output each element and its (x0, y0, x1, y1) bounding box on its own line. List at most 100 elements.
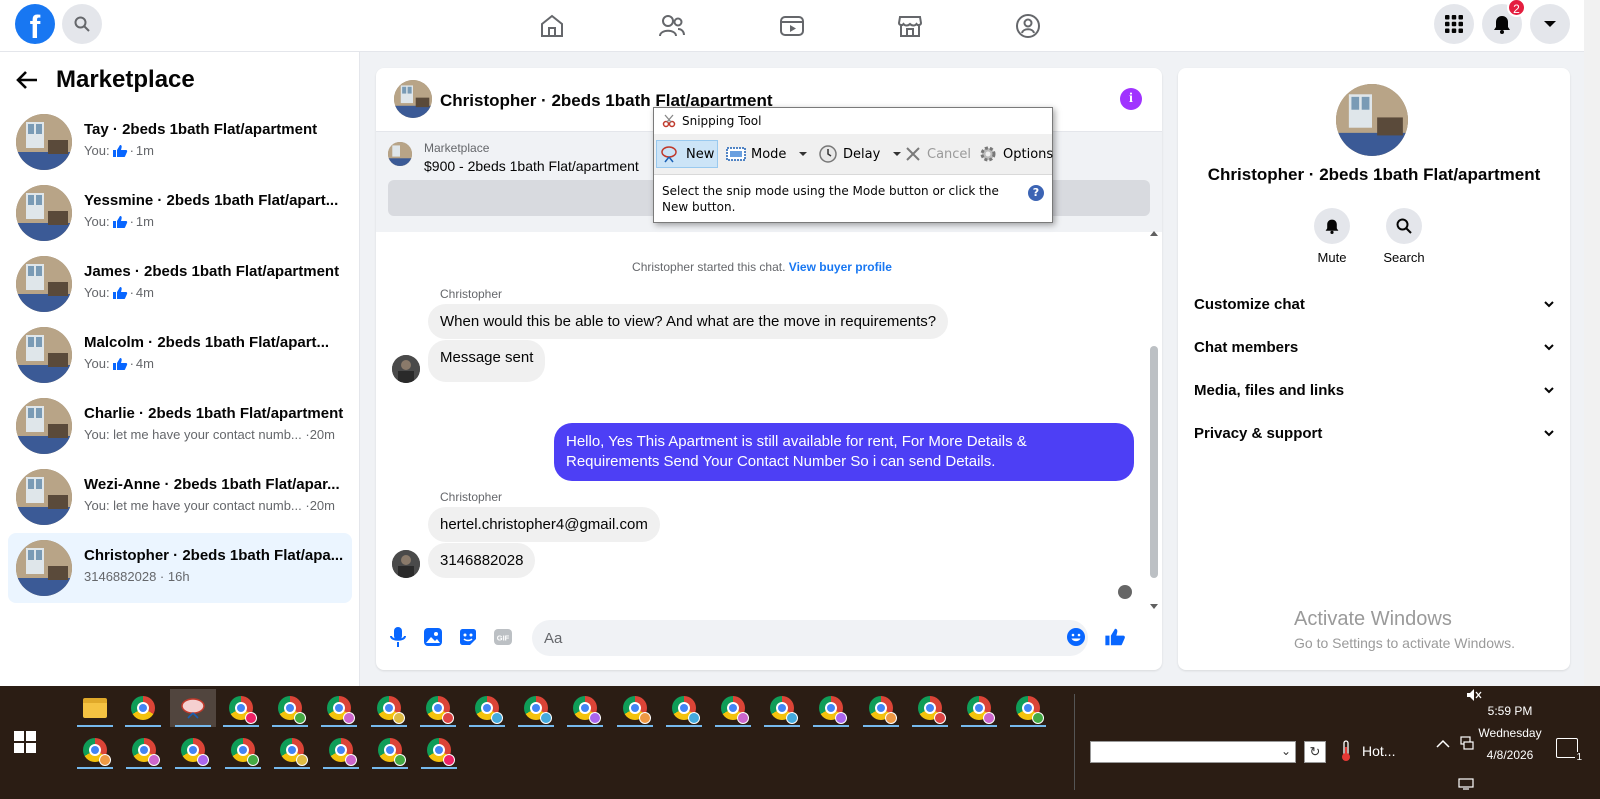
chrome-profile-window-icon[interactable] (907, 689, 953, 727)
scissors-icon (661, 146, 677, 163)
chrome-profile-window-icon[interactable] (956, 689, 1002, 727)
customize-chat-section[interactable]: Customize chat (1194, 286, 1554, 322)
watch-icon[interactable] (778, 12, 806, 40)
conversation-item[interactable]: James · 2beds 1bath Flat/apartment You: ·… (8, 249, 352, 319)
chrome-profile-window-icon[interactable] (710, 689, 756, 727)
thumbs-up-send-icon[interactable] (1103, 625, 1127, 649)
chrome-profile-window-icon[interactable] (808, 689, 854, 727)
message-input[interactable] (532, 620, 1088, 656)
chrome-profile-window-icon[interactable] (218, 689, 264, 727)
dropdown-arrow-icon[interactable] (795, 150, 811, 158)
avatar[interactable] (392, 550, 420, 578)
facebook-logo[interactable]: f (15, 4, 55, 44)
view-buyer-profile-link[interactable]: View buyer profile (789, 260, 892, 274)
clock-time: 5:59 PM (1487, 704, 1533, 718)
gif-icon[interactable]: GIF (491, 625, 515, 649)
sidebar-title: Marketplace (56, 66, 195, 93)
chrome-profile-window-icon[interactable] (612, 689, 658, 727)
my-message-bubble[interactable]: Hello, Yes This Apartment is still avail… (554, 423, 1134, 481)
chrome-profile-window-icon[interactable] (220, 731, 266, 769)
marketplace-icon[interactable] (896, 12, 924, 40)
file-explorer-icon[interactable] (72, 689, 118, 727)
message-bubble[interactable]: 3146882028 (428, 543, 536, 578)
clock-day: Wednesday (1478, 726, 1542, 740)
message-bubble[interactable]: When would this be able to view? And wha… (428, 304, 949, 339)
groups-icon[interactable] (1014, 12, 1042, 40)
chrome-profile-window-icon[interactable] (464, 689, 510, 727)
mute-button[interactable]: Mute (1302, 208, 1362, 265)
chrome-profile-window-icon[interactable] (416, 731, 462, 769)
info-icon[interactable]: i (1120, 88, 1142, 110)
chrome-profile-window-icon[interactable] (661, 689, 707, 727)
message-bubble[interactable]: Message sent (428, 340, 546, 382)
avatar[interactable] (392, 355, 420, 383)
weather-widget[interactable]: Hot... (1340, 740, 1395, 762)
desktop-icon[interactable] (1458, 778, 1474, 793)
message-bubble[interactable]: hertel.christopher4@gmail.com (428, 507, 660, 542)
snipping-tool-taskbar-icon[interactable] (170, 689, 216, 727)
chrome-icon (231, 738, 259, 766)
chrome-profile-window-icon[interactable] (366, 689, 412, 727)
chrome-profile-window-icon[interactable] (269, 731, 315, 769)
help-icon[interactable]: ? (1028, 185, 1044, 201)
weather-label: Hot... (1362, 743, 1396, 759)
listing-price[interactable]: $900 - 2beds 1bath Flat/apartment (424, 158, 639, 174)
refresh-icon[interactable]: ↻ (1304, 741, 1326, 763)
chrome-profile-window-icon[interactable] (562, 689, 608, 727)
chat-scrollbar[interactable] (1150, 231, 1158, 609)
scroll-thumb[interactable] (1150, 346, 1158, 578)
chrome-profile-window-icon[interactable] (858, 689, 904, 727)
account-button[interactable] (1530, 4, 1570, 44)
chrome-profile-window-icon[interactable] (415, 689, 461, 727)
media-files-links-section[interactable]: Media, files and links (1194, 372, 1554, 408)
taskbar-address-box[interactable]: ⌄ (1090, 741, 1296, 763)
page-scrollbar[interactable] (1584, 0, 1600, 686)
friends-icon[interactable] (658, 12, 686, 40)
menu-button[interactable] (1434, 4, 1474, 44)
home-icon[interactable] (538, 12, 566, 40)
conversation-item[interactable]: Wezi-Anne · 2beds 1bath Flat/apar... You… (8, 462, 352, 532)
chevron-down-icon[interactable]: ⌄ (1281, 744, 1291, 758)
chrome-profile-window-icon[interactable] (170, 731, 216, 769)
chrome-profile-window-icon[interactable] (1005, 689, 1051, 727)
action-center-icon[interactable]: 1 (1556, 738, 1583, 763)
conversation-item[interactable]: Yessmine · 2beds 1bath Flat/apart... You… (8, 178, 352, 248)
dropdown-arrow-icon[interactable] (889, 150, 905, 158)
taskbar-clock[interactable]: 5:59 PM Wednesday 4/8/2026 (1468, 700, 1552, 766)
scroll-up-arrow-icon[interactable] (1150, 230, 1158, 236)
conversation-item[interactable]: Malcolm · 2beds 1bath Flat/apart... You:… (8, 320, 352, 390)
chrome-icon[interactable] (120, 689, 166, 727)
chrome-profile-window-icon[interactable] (121, 731, 167, 769)
options-button[interactable]: Options (978, 140, 1053, 168)
chrome-profile-window-icon[interactable] (267, 689, 313, 727)
cancel-snip-button[interactable]: Cancel (904, 140, 971, 168)
snipping-tool-titlebar[interactable]: Snipping Tool (654, 108, 1052, 134)
windows-start-icon[interactable] (14, 731, 36, 753)
chrome-profile-window-icon[interactable] (513, 689, 559, 727)
microphone-icon[interactable] (386, 625, 410, 649)
conversation-item[interactable]: Charlie · 2beds 1bath Flat/apartment You… (8, 391, 352, 461)
chrome-profile-window-icon[interactable] (759, 689, 805, 727)
chrome-profile-window-icon[interactable] (72, 731, 118, 769)
profile-badge (589, 712, 601, 724)
show-hidden-icons-chevron-icon[interactable] (1436, 738, 1450, 752)
delay-button[interactable]: Delay (818, 140, 905, 168)
conversation-item[interactable]: Tay · 2beds 1bath Flat/apartment You: · 1m (8, 107, 352, 177)
privacy-support-section[interactable]: Privacy & support (1194, 415, 1554, 451)
search-in-chat-button[interactable]: Search (1374, 208, 1434, 265)
chat-members-section[interactable]: Chat members (1194, 329, 1554, 365)
notifications-button[interactable]: 2 (1482, 0, 1526, 44)
search-button[interactable] (62, 4, 102, 44)
sticker-icon[interactable] (456, 625, 480, 649)
emoji-icon[interactable] (1064, 625, 1088, 649)
photo-icon[interactable] (421, 625, 445, 649)
chrome-profile-window-icon[interactable] (316, 689, 362, 727)
mute-label: Mute (1317, 250, 1347, 265)
conversation-item-active[interactable]: Christopher · 2beds 1bath Flat/apa... 31… (8, 533, 352, 603)
back-arrow-icon[interactable] (16, 70, 38, 90)
chrome-profile-window-icon[interactable] (367, 731, 413, 769)
mode-button[interactable]: Mode (726, 140, 811, 168)
new-snip-button[interactable]: New (656, 140, 718, 168)
chat-thumbnail[interactable] (394, 80, 432, 118)
chrome-profile-window-icon[interactable] (318, 731, 364, 769)
